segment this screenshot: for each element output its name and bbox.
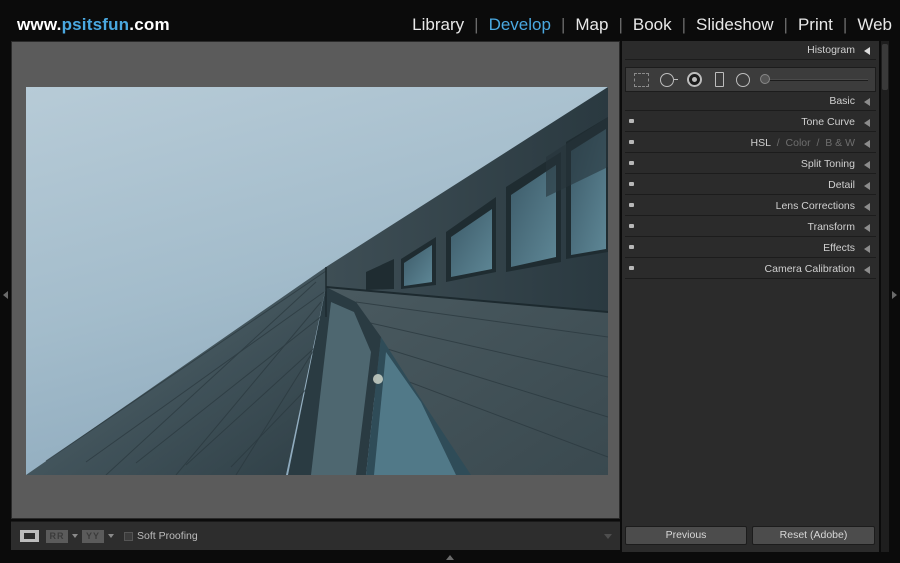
panel-lens-corrections[interactable]: Lens Corrections xyxy=(625,197,876,216)
panel-effects-label: Effects xyxy=(823,242,855,254)
right-panel: Histogram Basic Tone Curve HSL / Color /… xyxy=(622,41,879,552)
module-map[interactable]: Map xyxy=(565,15,618,35)
panel-tone-curve-label: Tone Curve xyxy=(801,116,855,128)
before-after-swap-button[interactable]: YY xyxy=(82,530,104,543)
collapse-arrow-icon xyxy=(864,47,870,55)
panel-switch-icon[interactable] xyxy=(629,203,634,207)
panel-detail[interactable]: Detail xyxy=(625,176,876,195)
module-book[interactable]: Book xyxy=(623,15,682,35)
panel-basic[interactable]: Basic xyxy=(625,92,876,111)
collapse-arrow-icon xyxy=(864,140,870,148)
right-panel-scroll-thumb[interactable] xyxy=(882,44,888,90)
top-bar: www.psitsfun.com Library | Develop | Map… xyxy=(0,0,900,40)
panel-lens-corrections-label: Lens Corrections xyxy=(775,200,855,212)
adjustment-brush-icon[interactable] xyxy=(760,74,770,84)
brand-suffix: .com xyxy=(129,15,170,34)
toolbar-content-dropdown-icon[interactable] xyxy=(604,534,612,539)
collapse-arrow-icon xyxy=(864,245,870,253)
crop-overlay-icon[interactable] xyxy=(634,73,649,87)
building-photo xyxy=(26,87,608,475)
panel-tone-curve[interactable]: Tone Curve xyxy=(625,113,876,132)
soft-proofing-checkbox[interactable] xyxy=(124,532,133,541)
panel-camera-calibration[interactable]: Camera Calibration xyxy=(625,260,876,279)
identity-plate: www.psitsfun.com xyxy=(17,15,170,35)
panel-hsl-tabs: HSL / Color / B & W xyxy=(750,137,855,149)
hsl-separator: / xyxy=(776,137,780,149)
reset-button[interactable]: Reset (Adobe) xyxy=(752,526,875,545)
module-develop[interactable]: Develop xyxy=(479,15,561,35)
before-after-button[interactable]: RR xyxy=(46,530,68,543)
panel-switch-icon[interactable] xyxy=(629,182,634,186)
tab-hsl[interactable]: HSL xyxy=(750,137,770,149)
panel-switch-icon[interactable] xyxy=(629,119,634,123)
collapse-arrow-icon xyxy=(864,98,870,106)
collapse-arrow-icon xyxy=(864,182,870,190)
panel-histogram[interactable]: Histogram xyxy=(625,41,876,60)
lightroom-develop-window: www.psitsfun.com Library | Develop | Map… xyxy=(0,0,900,563)
filmstrip-toggle-icon[interactable] xyxy=(446,555,454,560)
collapse-arrow-icon xyxy=(864,119,870,127)
panel-effects[interactable]: Effects xyxy=(625,239,876,258)
spot-removal-handle-icon xyxy=(674,79,678,80)
collapse-arrow-icon xyxy=(864,224,870,232)
tool-strip xyxy=(625,67,876,92)
spot-removal-icon[interactable] xyxy=(660,73,674,87)
panel-switch-icon[interactable] xyxy=(629,266,634,270)
panel-basic-label: Basic xyxy=(829,95,855,107)
panel-switch-icon[interactable] xyxy=(629,161,634,165)
panel-switch-icon[interactable] xyxy=(629,224,634,228)
brand-prefix: www. xyxy=(17,15,62,34)
panel-split-toning[interactable]: Split Toning xyxy=(625,155,876,174)
previous-button[interactable]: Previous xyxy=(625,526,747,545)
graduated-filter-icon[interactable] xyxy=(715,72,724,87)
panel-switch-icon[interactable] xyxy=(629,140,634,144)
develop-toolbar: RR YY Soft Proofing xyxy=(11,521,620,550)
collapse-arrow-icon xyxy=(864,266,870,274)
radial-filter-icon[interactable] xyxy=(736,73,750,87)
panel-detail-label: Detail xyxy=(828,179,855,191)
module-print[interactable]: Print xyxy=(788,15,843,35)
collapse-arrow-icon xyxy=(864,161,870,169)
hsl-separator: / xyxy=(816,137,820,149)
before-after-swap-dropdown-icon[interactable] xyxy=(108,534,114,538)
photo-preview[interactable] xyxy=(26,87,608,475)
adjustment-brush-track[interactable] xyxy=(765,79,868,81)
module-web[interactable]: Web xyxy=(847,15,892,35)
tab-bw[interactable]: B & W xyxy=(825,137,855,149)
before-after-dropdown-icon[interactable] xyxy=(72,534,78,538)
photo-canvas[interactable] xyxy=(11,41,620,519)
panel-camera-calibration-label: Camera Calibration xyxy=(764,263,855,275)
module-picker: Library | Develop | Map | Book | Slidesh… xyxy=(402,15,892,35)
loupe-view-icon[interactable] xyxy=(20,530,39,542)
left-panel-toggle-icon[interactable] xyxy=(3,291,8,299)
module-library[interactable]: Library xyxy=(402,15,474,35)
module-slideshow[interactable]: Slideshow xyxy=(686,15,784,35)
soft-proofing-label[interactable]: Soft Proofing xyxy=(137,530,198,542)
panel-transform[interactable]: Transform xyxy=(625,218,876,237)
panel-hsl[interactable]: HSL / Color / B & W xyxy=(625,134,876,153)
collapse-arrow-icon xyxy=(864,203,870,211)
red-eye-pupil-icon xyxy=(692,77,697,82)
panel-histogram-label: Histogram xyxy=(807,44,855,56)
right-panel-scrollbar[interactable] xyxy=(881,41,889,552)
tab-color[interactable]: Color xyxy=(786,137,811,149)
brand-name: psitsfun xyxy=(61,15,130,34)
right-panel-toggle-icon[interactable] xyxy=(892,291,897,299)
panel-transform-label: Transform xyxy=(807,221,855,233)
panel-split-toning-label: Split Toning xyxy=(800,158,855,170)
panel-switch-icon[interactable] xyxy=(629,245,634,249)
